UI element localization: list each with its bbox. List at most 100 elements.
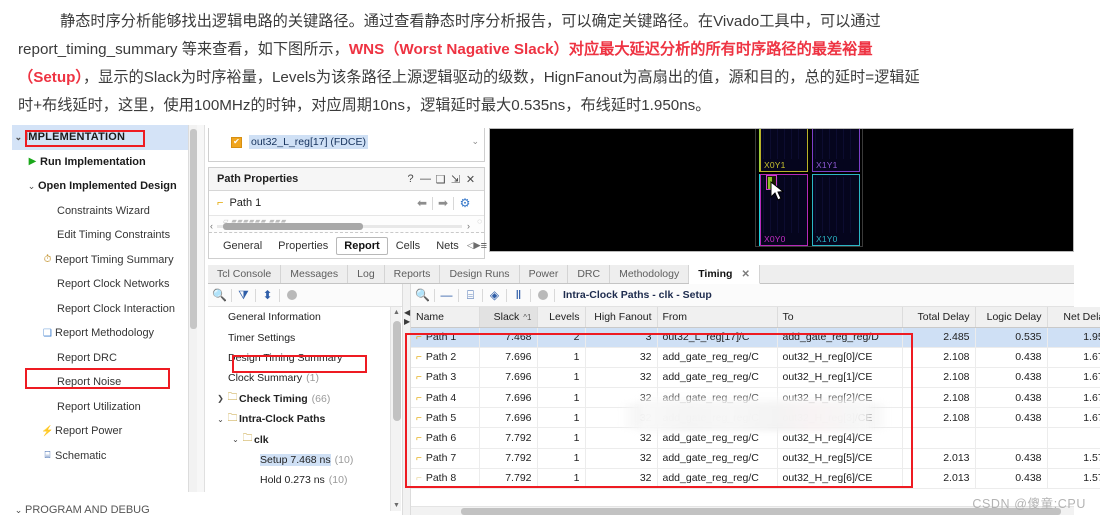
search-icon[interactable]: 🔍: [208, 288, 231, 302]
tab-tcl-console[interactable]: Tcl Console: [208, 265, 282, 283]
table-row[interactable]: ⌐ Path 4 7.696 1 32 add_gate_reg_reg/C ou…: [411, 387, 1100, 409]
col-net-delay[interactable]: Net Delay: [1047, 307, 1100, 328]
table-row[interactable]: ⌐ Path 2 7.696 1 32 add_gate_reg_reg/C ou…: [411, 347, 1100, 368]
preview-hscrollbar[interactable]: [217, 223, 462, 230]
chevron-down-icon[interactable]: ⌄: [230, 435, 241, 444]
flownav-item-report-clock-interaction[interactable]: Report Clock Interaction: [12, 297, 194, 322]
device-view[interactable]: X0Y1 X1Y1 X0Y0 X1Y0: [489, 128, 1074, 252]
back-arrow-icon[interactable]: ⬅: [412, 196, 432, 210]
flownav-item-constraints-wizard[interactable]: Constraints Wizard: [12, 199, 194, 224]
stop-icon[interactable]: [531, 290, 554, 300]
help-icon[interactable]: ?: [403, 173, 418, 185]
scroll-right-icon[interactable]: ›: [467, 221, 470, 231]
col-total-delay[interactable]: Total Delay: [902, 307, 976, 328]
clock-region-x1y0[interactable]: X1Y0: [812, 174, 860, 246]
checkbox-checked-icon[interactable]: ✔: [231, 136, 242, 148]
chevron-down-icon[interactable]: ⌄: [471, 136, 479, 147]
col-slack[interactable]: Slack ^1: [479, 307, 538, 328]
tab-design-runs[interactable]: Design Runs: [440, 265, 520, 283]
scrollbar-thumb[interactable]: [190, 129, 197, 329]
tab-reports[interactable]: Reports: [385, 265, 441, 283]
tree-item-check-timing[interactable]: ❯ 🗀 Check Timing (66): [208, 389, 404, 409]
chart-icon[interactable]: Ⅱ: [507, 288, 530, 302]
table-row[interactable]: ⌐ Path 7 7.792 1 32 add_gate_reg_reg/C ou…: [411, 448, 1100, 469]
col-high-fanout[interactable]: High Fanout: [585, 307, 658, 328]
tabs-prev-icon[interactable]: ◁: [467, 240, 474, 251]
tab-drc[interactable]: DRC: [568, 265, 611, 283]
flownav-item-report-power[interactable]: ⚡ Report Power: [12, 419, 194, 444]
table-row[interactable]: ⌐ Path 3 7.696 1 32 add_gate_reg_reg/C ou…: [411, 367, 1100, 389]
tab-general[interactable]: General: [215, 238, 270, 254]
scroll-up-icon[interactable]: ▲: [391, 307, 402, 318]
flownav-item-program-and-debug[interactable]: ⌄ PROGRAM AND DEBUG: [12, 498, 194, 518]
cell-list-item[interactable]: ✔ out32_L_reg[17] (FDCE): [209, 134, 484, 150]
flownav-item-implementation[interactable]: ⌄ IMPLEMENTATION: [12, 125, 194, 150]
tree-item-timer-settings[interactable]: Timer Settings: [208, 327, 404, 347]
col-logic-delay[interactable]: Logic Delay: [975, 307, 1048, 328]
col-name[interactable]: Name: [411, 307, 480, 328]
stop-icon[interactable]: [280, 290, 303, 300]
flownav-item-schematic[interactable]: ⌸ Schematic: [12, 444, 194, 469]
chevron-right-icon[interactable]: ❯: [215, 394, 226, 403]
tab-log[interactable]: Log: [348, 265, 385, 283]
splitter-collapse-right-icon[interactable]: ▶: [404, 317, 410, 326]
minus-icon[interactable]: —: [435, 288, 458, 302]
flownav-item-report-methodology[interactable]: ❑ Report Methodology: [12, 321, 194, 346]
search-icon[interactable]: 🔍: [411, 288, 434, 302]
panel-splitter[interactable]: ◀ ▶: [402, 284, 411, 515]
scroll-up-icon[interactable]: ◌: [477, 217, 482, 226]
chevron-down-icon[interactable]: ⌄: [215, 415, 226, 424]
tab-messages[interactable]: Messages: [281, 265, 349, 283]
tree-item-clock-summary[interactable]: Clock Summary (1): [208, 368, 404, 388]
tab-power[interactable]: Power: [520, 265, 569, 283]
schematic-icon[interactable]: ⌸: [459, 288, 482, 303]
clock-region-x1y1[interactable]: X1Y1: [812, 129, 860, 172]
tree-item-design-timing-summary[interactable]: Design Timing Summary: [208, 348, 404, 368]
tree-scrollbar[interactable]: ▲ ▼: [390, 307, 401, 511]
close-icon[interactable]: ✕: [741, 269, 749, 280]
expand-icon[interactable]: ⬍: [256, 288, 279, 302]
flownav-item-report-drc[interactable]: Report DRC: [12, 346, 194, 371]
flownav-item-report-clock-networks[interactable]: Report Clock Networks: [12, 272, 194, 297]
splitter-collapse-left-icon[interactable]: ◀: [404, 308, 410, 317]
tree-item-setup[interactable]: Setup 7.468 ns (10): [208, 450, 404, 470]
clock-region-x0y1[interactable]: X0Y1: [760, 129, 808, 172]
minimize-icon[interactable]: —: [418, 173, 433, 185]
tab-timing[interactable]: Timing ✕: [689, 265, 760, 284]
scroll-down-icon[interactable]: ▼: [391, 500, 402, 511]
scrollbar-thumb[interactable]: [461, 508, 1061, 515]
flownav-item-open-implemented-design[interactable]: ⌄ Open Implemented Design: [12, 174, 194, 199]
close-icon[interactable]: ✕: [463, 173, 478, 186]
flownav-scrollbar[interactable]: [188, 125, 197, 492]
scroll-left-icon[interactable]: ‹: [210, 221, 213, 231]
flownav-item-run-implementation[interactable]: ▶ Run Implementation: [12, 150, 194, 175]
flownav-item-report-timing-summary[interactable]: ⏱ Report Timing Summary: [12, 248, 194, 273]
tab-report[interactable]: Report: [336, 236, 388, 255]
table-row[interactable]: ⌐ Path 6 7.792 1 32 add_gate_reg_reg/C ou…: [411, 427, 1100, 449]
table-row[interactable]: ⌐ Path 8 7.792 1 32 add_gate_reg_reg/C ou…: [411, 468, 1100, 490]
col-levels[interactable]: Levels: [537, 307, 586, 328]
tab-nets[interactable]: Nets: [428, 238, 467, 254]
scrollbar-thumb[interactable]: [393, 321, 401, 421]
col-to[interactable]: To: [777, 307, 903, 328]
collapse-icon[interactable]: ⧩: [232, 288, 255, 303]
tab-cells[interactable]: Cells: [388, 238, 428, 254]
flownav-item-report-noise[interactable]: Report Noise: [12, 370, 194, 395]
tabs-menu-icon[interactable]: ≡: [481, 240, 487, 252]
highlight-icon[interactable]: ◈: [483, 288, 506, 302]
forward-arrow-icon[interactable]: ➡: [433, 196, 453, 210]
tree-item-intra-clock-paths[interactable]: ⌄ 🗀 Intra-Clock Paths: [208, 409, 404, 429]
tabs-next-icon[interactable]: ▶: [474, 240, 481, 251]
tree-item-hold[interactable]: Hold 0.273 ns (10): [208, 470, 404, 490]
tab-methodology[interactable]: Methodology: [610, 265, 690, 283]
table-row[interactable]: ⌐ Path 5 7.696 1 32 add_gate_reg_reg/C ou…: [411, 407, 1100, 429]
table-row[interactable]: ⌐ Path 1 7.468 2 3 out32_L_reg[17]/C add_…: [411, 327, 1100, 348]
tree-item-general-information[interactable]: General Information: [208, 307, 404, 327]
gear-icon[interactable]: ⚙: [454, 196, 476, 210]
tab-properties[interactable]: Properties: [270, 238, 336, 254]
maximize-icon[interactable]: ❑: [433, 173, 448, 186]
col-from[interactable]: From: [657, 307, 778, 328]
tree-item-clk[interactable]: ⌄ 🗀 clk: [208, 429, 404, 449]
flownav-item-edit-timing-constraints[interactable]: Edit Timing Constraints: [12, 223, 194, 248]
float-icon[interactable]: ⇲: [448, 173, 463, 186]
